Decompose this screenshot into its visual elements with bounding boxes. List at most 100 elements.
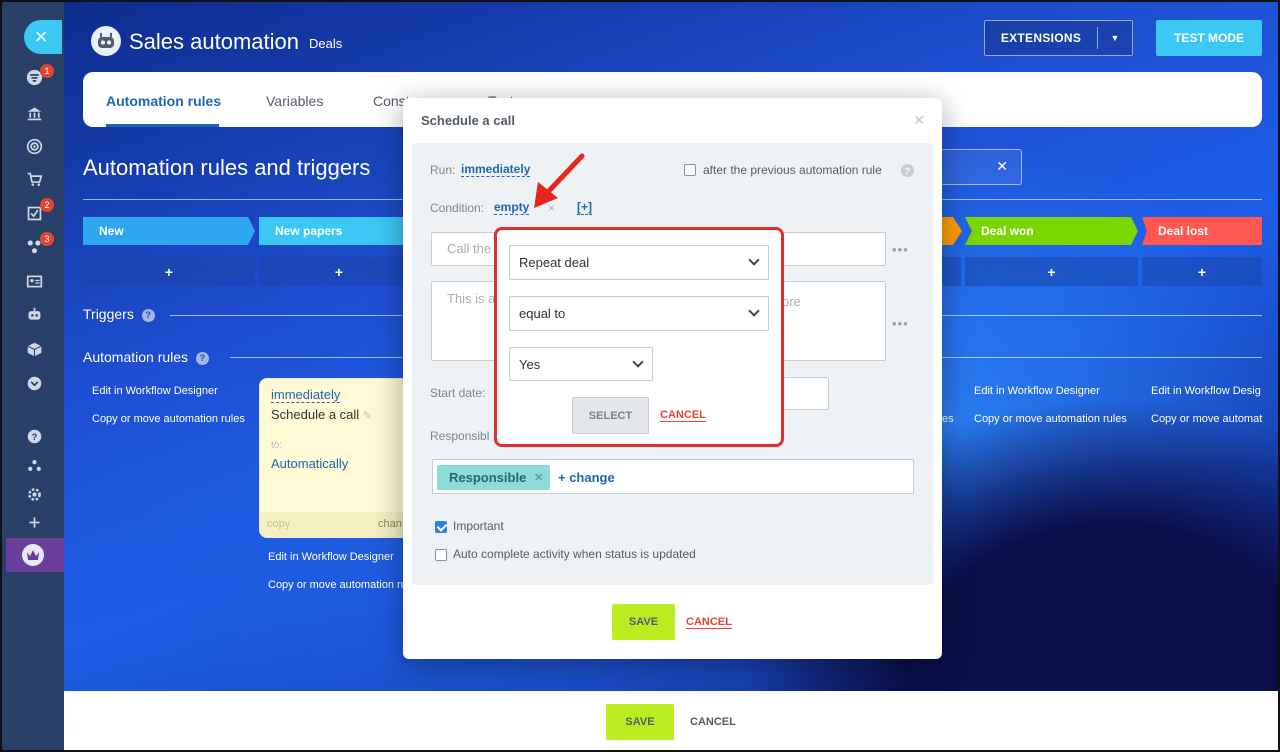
plus-icon[interactable] [24,512,44,532]
notification-badge: 1 [40,64,54,78]
filter-search-box[interactable]: ✕ [932,149,1022,185]
select-button[interactable]: SELECT [572,397,649,434]
after-previous-label: after the previous automation rule [703,163,882,177]
rule-to-label: to: [271,440,283,451]
cart-icon[interactable] [24,169,44,189]
divider [170,315,402,316]
caret-down-icon[interactable]: ▼ [1098,33,1132,43]
annotation-arrow-icon [534,153,585,208]
cancel-button[interactable]: CANCEL [660,409,706,422]
condition-value-link[interactable]: empty [494,200,530,215]
edit-in-designer-link[interactable]: Edit in Workflow Designer [974,385,1100,397]
pencil-icon[interactable]: ✎ [363,410,372,422]
field-select[interactable]: Repeat deal [509,245,769,280]
chevron-down-icon [748,254,760,266]
condition-label: Condition: [430,201,485,215]
save-button[interactable]: SAVE [606,704,674,740]
more-icon[interactable]: ••• [892,316,909,331]
automation-rules-heading: Automation rules ? [83,349,209,365]
automation-rule-card[interactable]: immediately Schedule a call ✎ to: Automa… [259,378,409,538]
left-sidebar: × 1 2 3 ? [2,2,64,750]
divider [230,357,402,358]
copy-move-rules-link[interactable]: Copy or move automation rules [92,413,245,425]
svg-text:?: ? [31,431,37,441]
add-trigger-button[interactable]: + [1142,257,1262,286]
stage-deal-lost[interactable]: Deal lost [1142,217,1262,245]
add-trigger-button[interactable]: + [83,257,255,286]
chevron-down-circle-icon[interactable] [24,373,44,393]
start-date-label: Start date: [430,386,486,400]
after-previous-checkbox[interactable] [684,164,696,176]
more-icon[interactable]: ••• [892,242,909,257]
responsible-label: Responsibl [430,429,490,443]
important-label: Important [453,519,504,533]
auto-complete-checkbox[interactable] [435,549,447,561]
stage-new-papers[interactable]: New papers [259,217,419,245]
robot-icon[interactable] [24,304,44,324]
run-label: Run: [430,163,456,177]
help-icon[interactable]: ? [24,426,44,446]
sitemap-icon[interactable] [24,455,44,475]
page-header-subtitle: Deals [309,36,343,51]
gear-icon[interactable] [24,484,44,504]
box-icon[interactable] [24,339,44,359]
tab-variables[interactable]: Variables [266,93,323,109]
responsible-field[interactable]: Responsible ✕ + change [432,459,914,494]
edit-in-designer-link[interactable]: Edit in Workflow Designer [92,385,218,397]
chevron-down-icon [632,356,644,368]
change-responsible-link[interactable]: + change [558,470,615,485]
divider [942,357,1262,358]
save-button[interactable]: SAVE [612,604,675,640]
triggers-heading: Triggers ? [83,306,155,322]
contact-card-icon[interactable] [24,271,44,291]
close-icon[interactable]: × [24,20,62,54]
crown-icon[interactable] [6,538,64,572]
copy-rule-link[interactable]: copy [267,518,290,530]
copy-move-rules-link[interactable]: Copy or move automation rules [974,413,1127,425]
robot-logo-icon [91,26,121,56]
important-checkbox[interactable] [435,521,447,533]
tasks-badge: 2 [40,198,54,212]
edit-in-designer-link[interactable]: Edit in Workflow Designer [268,551,394,563]
extensions-label: EXTENSIONS [1000,31,1082,45]
start-date-input[interactable] [782,377,829,410]
condition-popup: Repeat deal equal to Yes SELECT CANCEL [494,227,784,447]
value-select[interactable]: Yes [509,347,653,381]
rule-card-footer: copy chan [260,512,408,537]
active-tab-indicator [106,124,219,127]
auto-complete-label: Auto complete activity when status is up… [453,547,696,561]
stage-new[interactable]: New [83,217,255,245]
run-value-link[interactable]: immediately [461,162,531,177]
cancel-button[interactable]: CANCEL [690,716,736,728]
add-trigger-button[interactable]: + [965,257,1138,286]
operator-select[interactable]: equal to [509,296,769,331]
close-icon[interactable]: ✕ [996,158,1008,175]
help-icon[interactable]: ? [141,308,155,322]
remove-tag-icon[interactable]: ✕ [534,471,543,484]
app-frame: × 1 2 3 ? Sales automation Deals EXTENSI… [0,0,1280,752]
help-icon[interactable]: ? [195,351,209,365]
copy-move-rules-link[interactable]: Copy or move automation ru [268,579,407,591]
change-rule-link[interactable]: chan [378,518,402,530]
target-icon[interactable] [24,136,44,156]
cancel-button[interactable]: CANCEL [686,616,732,629]
responsible-tag: Responsible ✕ [437,465,551,490]
chevron-down-icon [748,305,760,317]
copy-move-rules-link[interactable]: es [942,413,954,425]
dialog-title: Schedule a call [421,113,515,128]
edit-in-designer-link[interactable]: Edit in Workflow Desig [1151,385,1261,397]
extensions-button[interactable]: EXTENSIONS ▼ [984,20,1133,56]
close-icon[interactable]: ✕ [913,112,925,129]
rule-run-link[interactable]: immediately [271,387,341,403]
stage-deal-won[interactable]: Deal won [965,217,1138,245]
add-trigger-button[interactable]: + [259,257,419,286]
help-icon[interactable]: ? [901,164,914,177]
rule-name: Schedule a call ✎ [271,407,373,422]
copy-move-rules-link[interactable]: Copy or move automat [1151,413,1262,425]
divider [942,315,1262,316]
page-header-title: Sales automation [129,29,299,54]
tab-automation-rules[interactable]: Automation rules [106,93,221,109]
rule-assignee: Automatically [271,456,349,471]
bank-icon[interactable] [24,103,44,123]
test-mode-button[interactable]: TEST MODE [1156,20,1262,56]
